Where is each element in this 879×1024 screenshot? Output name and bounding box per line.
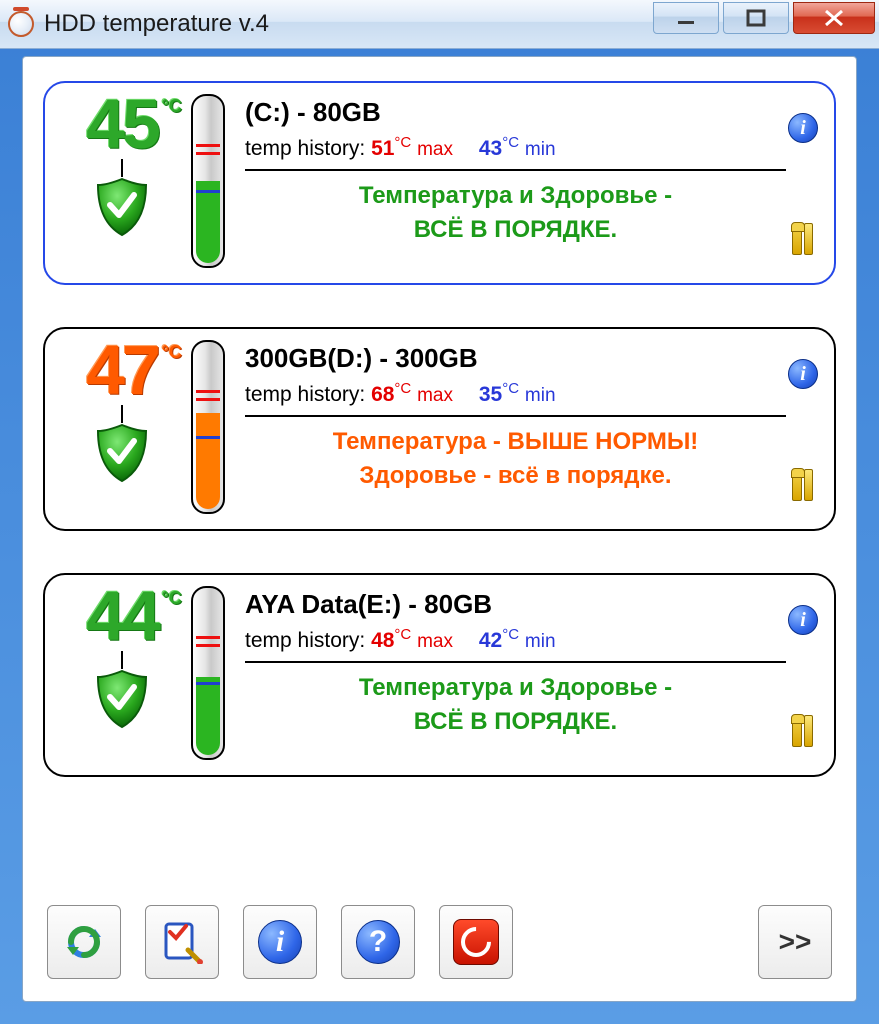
info-icon: i: [258, 920, 302, 964]
options-button[interactable]: [145, 905, 219, 979]
thermometer-icon: [191, 340, 225, 514]
app-icon: [8, 11, 34, 37]
temp-history: temp history: 51°C max 43°C min: [245, 134, 786, 167]
temperature-value: 47°C: [86, 341, 158, 401]
status-text: Температура - ВЫШЕ НОРМЫ!Здоровье - всё …: [245, 425, 786, 492]
help-icon: ?: [356, 920, 400, 964]
thermometer-icon: [191, 586, 225, 760]
drive-title: (C:) - 80GB: [245, 97, 786, 128]
tools-icon[interactable]: [792, 467, 814, 501]
help-button[interactable]: ?: [341, 905, 415, 979]
temperature-unit: °C: [162, 345, 182, 360]
status-text: Температура и Здоровье -ВСЁ В ПОРЯДКЕ.: [245, 671, 786, 738]
drive-title: AYA Data(E:) - 80GB: [245, 589, 786, 620]
temperature-value: 45°C: [86, 95, 158, 155]
action-column: i: [786, 335, 820, 519]
power-button[interactable]: [439, 905, 513, 979]
drive-card[interactable]: 45°C (C:) - 80GB temp history: 51°C max 43…: [43, 81, 836, 285]
temp-column: 44°C: [59, 581, 185, 765]
toolbar: i ? >>: [47, 905, 832, 979]
titlebar: HDD temperature v.4: [0, 0, 879, 49]
drive-card[interactable]: 44°C AYA Data(E:) - 80GB temp history: 48°…: [43, 573, 836, 777]
temp-history: temp history: 68°C max 35°C min: [245, 380, 786, 413]
divider: [245, 169, 786, 171]
refresh-button[interactable]: [47, 905, 121, 979]
drive-title: 300GB(D:) - 300GB: [245, 343, 786, 374]
info-column: AYA Data(E:) - 80GB temp history: 48°C ma…: [231, 581, 786, 765]
tools-icon[interactable]: [792, 713, 814, 747]
temp-column: 47°C: [59, 335, 185, 519]
drive-info-icon[interactable]: i: [788, 605, 818, 635]
power-icon: [453, 919, 499, 965]
thermometer-column: [185, 335, 231, 519]
health-shield-icon: [94, 177, 150, 237]
info-button[interactable]: i: [243, 905, 317, 979]
tools-icon[interactable]: [792, 221, 814, 255]
drive-info-icon[interactable]: i: [788, 113, 818, 143]
info-column: 300GB(D:) - 300GB temp history: 68°C max …: [231, 335, 786, 519]
action-column: i: [786, 581, 820, 765]
expand-button[interactable]: >>: [758, 905, 832, 979]
thermometer-column: [185, 581, 231, 765]
health-shield-icon: [94, 423, 150, 483]
close-button[interactable]: [793, 2, 875, 34]
health-shield-icon: [94, 669, 150, 729]
window-title: HDD temperature v.4: [44, 10, 649, 38]
client-area: 45°C (C:) - 80GB temp history: 51°C max 43…: [22, 56, 857, 1002]
temperature-unit: °C: [162, 99, 182, 114]
maximize-button[interactable]: [723, 2, 789, 34]
temperature-value: 44°C: [86, 587, 158, 647]
status-text: Температура и Здоровье -ВСЁ В ПОРЯДКЕ.: [245, 179, 786, 246]
divider: [245, 415, 786, 417]
window-controls: [649, 2, 875, 34]
minimize-button[interactable]: [653, 2, 719, 34]
action-column: i: [786, 89, 820, 273]
thermometer-icon: [191, 94, 225, 268]
temperature-unit: °C: [162, 591, 182, 606]
thermometer-column: [185, 89, 231, 273]
info-column: (C:) - 80GB temp history: 51°C max 43°C m…: [231, 89, 786, 273]
drive-card[interactable]: 47°C 300GB(D:) - 300GB temp history: 68°C …: [43, 327, 836, 531]
temp-column: 45°C: [59, 89, 185, 273]
temp-history: temp history: 48°C max 42°C min: [245, 626, 786, 659]
expand-label: >>: [779, 926, 812, 958]
divider: [245, 661, 786, 663]
drive-info-icon[interactable]: i: [788, 359, 818, 389]
